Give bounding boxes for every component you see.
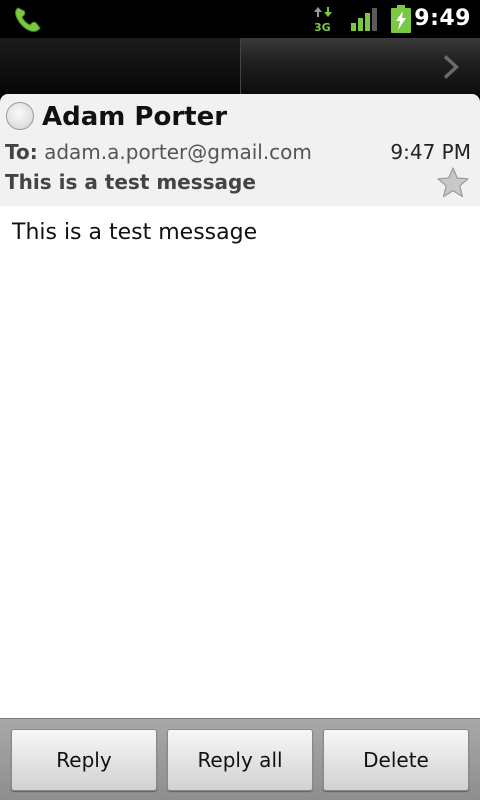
- chevron-right-icon: [444, 55, 459, 79]
- presence-status-icon: [6, 102, 34, 130]
- message-header: Adam Porter To: adam.a.porter@gmail.com …: [0, 94, 480, 206]
- sender-name[interactable]: Adam Porter: [42, 102, 227, 132]
- reply-button[interactable]: Reply: [11, 729, 157, 791]
- previous-message-button[interactable]: [0, 38, 240, 96]
- delete-button[interactable]: Delete: [323, 729, 469, 791]
- message-body-text: This is a test message: [12, 220, 258, 245]
- data-3g-icon: 3G: [314, 7, 332, 32]
- message-nav-bar: [0, 38, 480, 96]
- action-bar: Reply Reply all Delete: [0, 718, 480, 800]
- svg-text:3G: 3G: [314, 21, 331, 32]
- signal-icon: [351, 8, 377, 31]
- recipient-address[interactable]: adam.a.porter@gmail.com: [44, 140, 312, 164]
- recipient-line: To: adam.a.porter@gmail.com: [5, 140, 312, 164]
- reply-all-button[interactable]: Reply all: [167, 729, 313, 791]
- next-message-button[interactable]: [240, 38, 480, 96]
- status-clock: 9:49: [414, 6, 471, 31]
- message-time: 9:47 PM: [390, 140, 471, 164]
- call-icon: [15, 7, 41, 32]
- star-icon[interactable]: [436, 166, 470, 200]
- status-bar: 3G 9:49: [0, 0, 480, 38]
- to-label: To:: [5, 140, 38, 164]
- battery-charging-icon: [391, 5, 411, 33]
- message-body: This is a test message: [0, 206, 480, 718]
- message-subject: This is a test message: [5, 170, 256, 194]
